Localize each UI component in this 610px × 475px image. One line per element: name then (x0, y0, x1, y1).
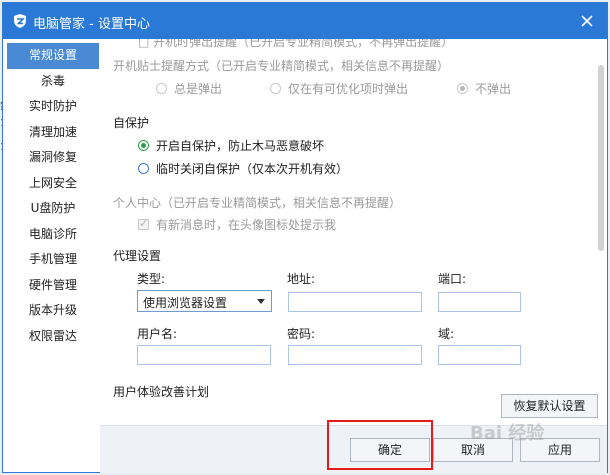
sidebar-item-hardware-management[interactable]: 硬件管理 (7, 273, 99, 299)
proxy-domain-label: 域: (438, 327, 455, 341)
sidebar-item-phone-management[interactable]: 手机管理 (7, 247, 99, 273)
new-message-label: 有新消息时，在头像图标处提示我 (156, 218, 337, 232)
ux-plan-title: 用户体验改善计划 (113, 385, 210, 399)
self-protect-off-label: 临时关闭自保护（仅本次开机有效） (156, 162, 349, 176)
sidebar-item-permission-radar[interactable]: 权限雷达 (7, 324, 99, 350)
proxy-title: 代理设置 (113, 249, 162, 263)
proxy-type-label: 类型: (137, 272, 166, 286)
restore-defaults-button[interactable]: 恢复默认设置 (501, 394, 598, 418)
proxy-port-input[interactable] (438, 292, 521, 312)
title-bar[interactable]: 电脑管家 - 设置中心 (3, 3, 607, 39)
settings-sidebar: 常规设置 杀毒 实时防护 清理加速 漏洞修复 上网安全 U盘防护 电脑诊所 手机… (7, 43, 99, 355)
shield-logo-icon (14, 14, 26, 28)
proxy-address-label: 地址: (287, 272, 316, 286)
self-protect-on-radio[interactable] (138, 140, 149, 151)
personal-center-title: 个人中心（已开启专业精简模式，相关信息不再提醒） (113, 196, 402, 210)
dialog-footer: 确定 取消 应用 (100, 425, 607, 473)
close-icon[interactable] (577, 11, 597, 31)
proxy-password-label: 密码: (287, 327, 316, 341)
chevron-down-icon (257, 299, 265, 304)
proxy-username-input[interactable] (137, 345, 271, 365)
sidebar-item-version-upgrade[interactable]: 版本升级 (7, 298, 99, 324)
settings-window: 电脑管家 - 设置中心 常规设置 杀毒 实时防护 清理加速 漏洞修复 上网安全 … (2, 2, 608, 473)
settings-content: □ 开机时弹出提醒（已开启专业精简模式，不再弹出提醒） 开机贴士提醒方式（已开启… (100, 39, 607, 425)
sidebar-item-general[interactable]: 常规设置 (7, 43, 99, 69)
popup-always-label: 总是弹出 (174, 82, 223, 96)
proxy-port-label: 端口: (438, 272, 467, 286)
window-title: 电脑管家 - 设置中心 (33, 17, 150, 32)
content-scrollbar[interactable] (597, 43, 605, 423)
startup-tip-title: 开机贴士提醒方式（已开启专业精简模式，相关信息不再提醒） (113, 59, 450, 73)
self-protect-off-radio[interactable] (138, 163, 149, 174)
proxy-type-value: 使用浏览器设置 (143, 296, 228, 310)
new-message-checkbox[interactable] (138, 217, 149, 230)
self-protect-on-label: 开启自保护，防止木马恶意破坏 (156, 139, 325, 153)
proxy-username-label: 用户名: (137, 327, 178, 341)
proxy-address-input[interactable] (288, 292, 422, 312)
scrollbar-thumb[interactable] (598, 65, 604, 251)
proxy-password-input[interactable] (288, 345, 422, 365)
popup-always-radio[interactable] (156, 83, 167, 94)
popup-when-optimizable-label: 仅在有可优化项时弹出 (288, 82, 409, 96)
sidebar-item-vulnerability-fix[interactable]: 漏洞修复 (7, 145, 99, 171)
popup-never-label: 不弹出 (475, 82, 512, 96)
ok-button[interactable]: 确定 (350, 438, 430, 462)
sidebar-item-antivirus[interactable]: 杀毒 (7, 69, 99, 95)
cancel-button[interactable]: 取消 (433, 438, 513, 462)
sidebar-item-cleanup[interactable]: 清理加速 (7, 120, 99, 146)
self-protect-title: 自保护 (113, 116, 150, 130)
proxy-type-select[interactable]: 使用浏览器设置 (137, 290, 272, 312)
sidebar-item-realtime-protection[interactable]: 实时防护 (7, 94, 99, 120)
popup-when-optimizable-radio[interactable] (270, 83, 281, 94)
sidebar-item-pc-clinic[interactable]: 电脑诊所 (7, 222, 99, 248)
apply-button[interactable]: 应用 (520, 438, 600, 462)
sidebar-item-usb-protection[interactable]: U盘防护 (7, 196, 99, 222)
sidebar-item-web-security[interactable]: 上网安全 (7, 171, 99, 197)
popup-never-radio[interactable] (457, 83, 468, 94)
clipped-option-text: □ 开机时弹出提醒（已开启专业精简模式，不再弹出提醒） (138, 39, 454, 49)
proxy-domain-input[interactable] (438, 345, 521, 365)
